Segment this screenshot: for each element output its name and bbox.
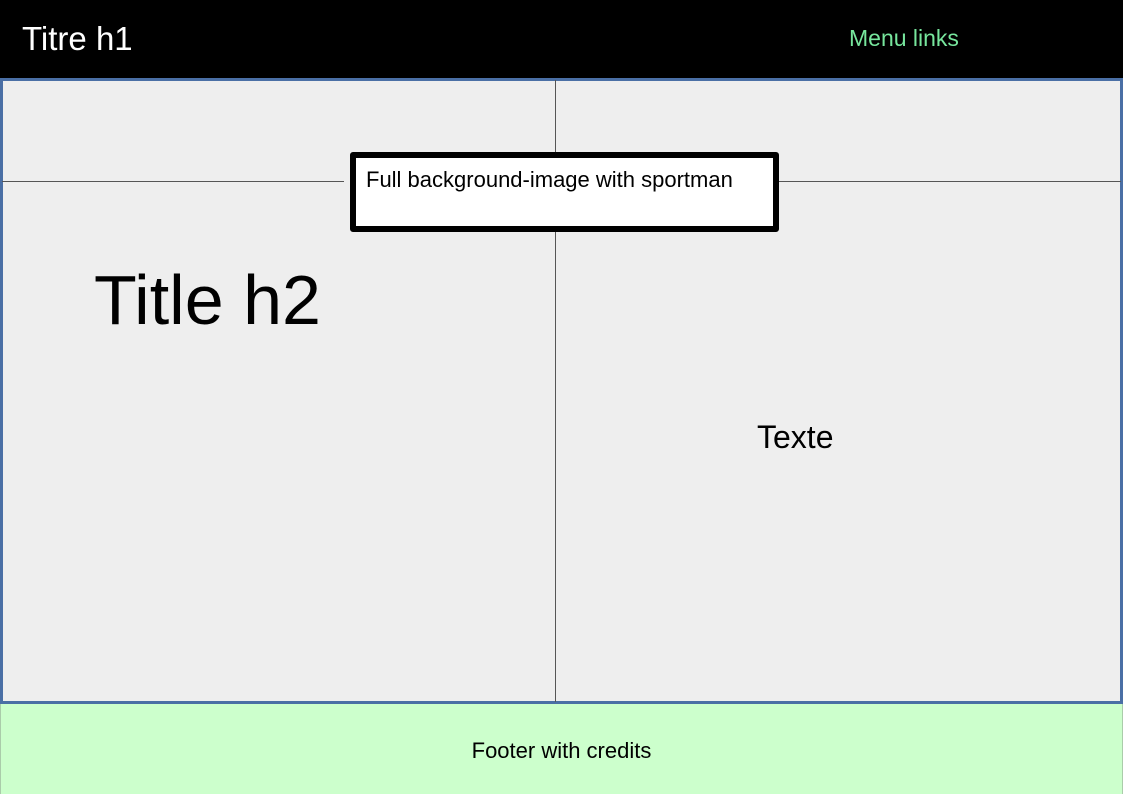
guide-line-right — [778, 181, 1121, 182]
section-title: Title h2 — [94, 261, 321, 339]
background-image-note-text: Full background-image with sportman — [366, 167, 733, 192]
background-image-note: Full background-image with sportman — [350, 152, 779, 232]
page: Titre h1 Menu links Full background-imag… — [0, 0, 1123, 794]
site-title: Titre h1 — [22, 20, 133, 57]
guide-line-left — [2, 181, 344, 182]
body-text: Texte — [757, 419, 834, 455]
footer-credits: Footer with credits — [471, 738, 652, 763]
header: Titre h1 Menu links — [0, 0, 1123, 78]
footer: Footer with credits — [0, 704, 1123, 794]
menu-links[interactable]: Menu links — [849, 24, 959, 52]
